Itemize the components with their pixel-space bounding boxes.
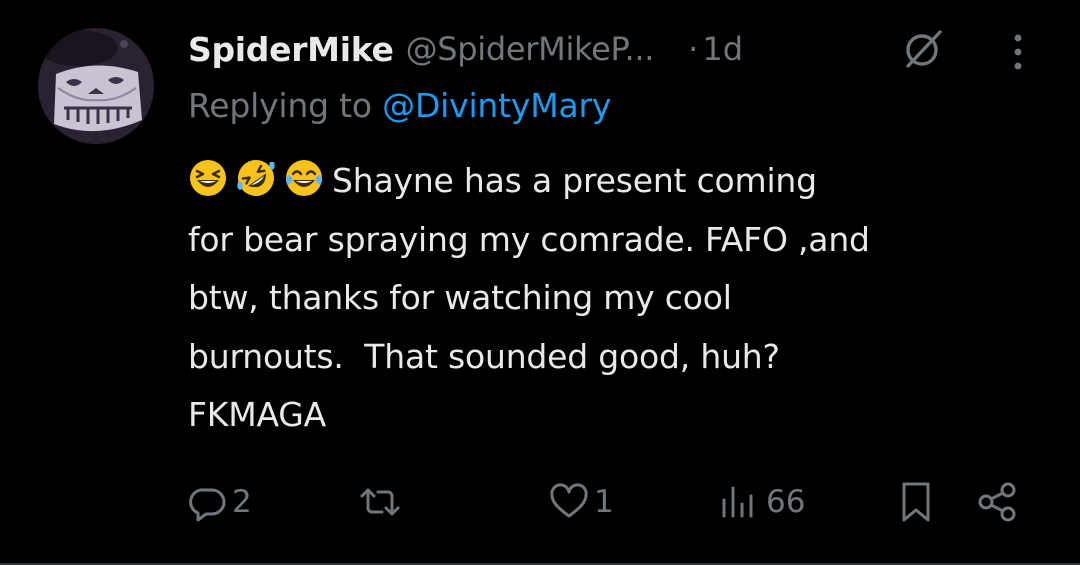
tweet-text-line-1: Shayne has a present coming [332,161,817,200]
tweet[interactable]: SpiderMike @SpiderMikeP... · 1d Replying… [0,0,1080,565]
reply-bubble-icon [189,488,226,522]
view-count: 66 [766,484,806,520]
tweet-text-line-2: for bear spraying my comrade. FAFO ,and [188,219,870,259]
replying-prefix: Replying to [188,86,383,125]
retweet-button[interactable] [356,476,408,528]
timestamp[interactable]: 1d [702,30,743,68]
tweet-text-line-4: burnouts. That sounded good, huh? [188,336,780,376]
tweet-text-line-5: FKMAGA [188,395,327,434]
grinning-squinting-face-icon [190,160,226,196]
bookmark-button[interactable] [896,476,936,528]
bookmark-icon [902,482,930,522]
grok-slash-circle-icon[interactable] [900,24,948,72]
tweet-text: Shayne has a present coming for bear spr… [188,152,1048,445]
like-count: 1 [594,484,614,520]
more-vertical-icon[interactable] [1008,32,1028,72]
display-name[interactable]: SpiderMike [188,30,394,69]
retweet-icon [360,488,400,516]
share-icon [978,482,1016,522]
replying-to: Replying to @DivintyMary [188,86,611,125]
emoji-group [188,158,324,198]
like-button[interactable]: 1 [548,476,614,528]
views-button[interactable]: 66 [718,476,805,528]
tweet-header: SpiderMike @SpiderMikeP... · 1d [188,22,1048,76]
views-bars-icon [722,486,753,518]
reply-button[interactable]: 2 [188,476,252,528]
face-with-tears-of-joy-icon [286,160,322,196]
reply-count: 2 [232,484,252,520]
share-button[interactable] [976,476,1020,528]
replying-mention-link[interactable]: @DivintyMary [382,86,611,125]
user-handle[interactable]: @SpiderMikeP... [406,30,655,68]
tweet-text-line: Shayne has a present coming [188,152,1048,211]
skull-mask-avatar-image [38,28,154,144]
rolling-on-the-floor-laughing-icon [237,160,275,196]
action-bar: 2 1 66 [188,476,1048,528]
tweet-text-line-3: btw, thanks for watching my cool [188,278,732,317]
avatar[interactable] [38,28,154,144]
heart-icon [550,483,588,518]
separator-dot: · [688,30,699,68]
